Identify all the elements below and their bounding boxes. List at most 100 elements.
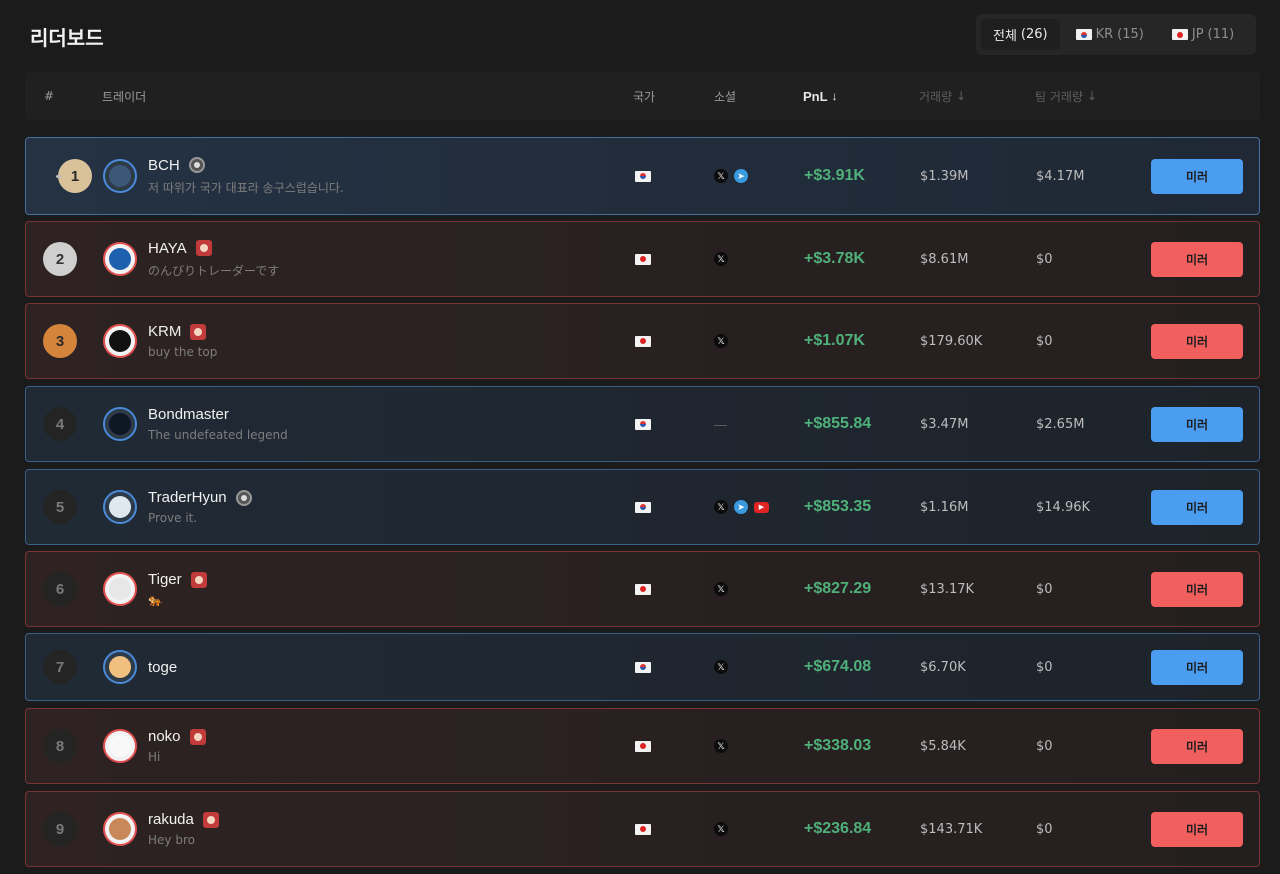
trader-cell[interactable]: Bondmaster The undefeated legend (103, 387, 288, 461)
mirror-button[interactable]: 미러 (1151, 158, 1243, 194)
trader-name[interactable]: noko (148, 728, 181, 745)
mirror-button[interactable]: 미러 (1151, 728, 1243, 764)
trader-cell[interactable]: Tiger 🐅 (103, 552, 207, 626)
social-cell: 𝕏 (714, 552, 728, 626)
mirror-button[interactable]: 미러 (1151, 489, 1243, 525)
pnl-value: +$674.08 (804, 658, 872, 675)
avatar[interactable] (103, 490, 137, 524)
trader-info: toge (148, 659, 177, 676)
avatar[interactable] (103, 572, 137, 606)
avatar[interactable] (103, 242, 137, 276)
youtube-icon[interactable]: ▶ (754, 501, 769, 513)
x-icon[interactable]: 𝕏 (714, 169, 728, 183)
table-row[interactable]: 8 noko Hi 𝕏 +$338.03 $5.84K $0 미러 (25, 708, 1260, 784)
table-row[interactable]: 2 HAYA のんびりトレーダーです 𝕏 +$3.78K $8.61M $0 미러 (25, 221, 1260, 297)
filter-tab-jp[interactable]: JP (11) (1160, 19, 1246, 50)
x-icon[interactable]: 𝕏 (714, 739, 728, 753)
col-pnl-sort[interactable]: PnL ↓ (803, 72, 838, 120)
team-volume-value: $0 (1036, 581, 1053, 597)
trader-info: BCH 저 따위가 국가 대표라 송구스럽습니다. (148, 157, 344, 196)
table-row[interactable]: 1 BCH 저 따위가 국가 대표라 송구스럽습니다. 𝕏 ➤ +$3.91K $1.39M… (25, 137, 1260, 215)
avatar[interactable] (103, 650, 137, 684)
team-volume-value: $0 (1036, 251, 1053, 267)
mirror-button[interactable]: 미러 (1151, 811, 1243, 847)
col-team-volume-sort[interactable]: 팀 거래량 ↓ (1035, 72, 1097, 120)
rank-badge: 7 (43, 650, 77, 684)
action-cell: 미러 (1151, 552, 1243, 626)
kr-representative-badge-icon (188, 157, 205, 173)
action-cell: 미러 (1151, 387, 1243, 461)
country-filter-tabs: 전체 (26) KR (15) JP (11) (976, 14, 1256, 55)
trader-cell[interactable]: toge (103, 634, 177, 700)
sort-down-icon: ↓ (1086, 89, 1098, 103)
trader-name[interactable]: Tiger (148, 571, 182, 588)
table-row[interactable]: 6 Tiger 🐅 𝕏 +$827.29 $13.17K $0 미러 (25, 551, 1260, 627)
x-icon[interactable]: 𝕏 (714, 334, 728, 348)
trader-cell[interactable]: BCH 저 따위가 국가 대표라 송구스럽습니다. (103, 138, 344, 214)
trader-cell[interactable]: TraderHyun Prove it. (103, 470, 252, 544)
trader-name-line: noko (148, 728, 206, 745)
avatar[interactable] (103, 407, 137, 441)
trader-name[interactable]: rakuda (148, 811, 194, 828)
avatar-image (109, 656, 131, 678)
col-volume-label: 거래량 (919, 89, 953, 104)
rank-badge: 4 (43, 407, 77, 441)
table-row[interactable]: 3 KRM buy the top 𝕏 +$1.07K $179.60K $0 미러 (25, 303, 1260, 379)
avatar[interactable] (103, 159, 137, 193)
x-icon[interactable]: 𝕏 (714, 660, 728, 674)
page-title: 리더보드 (30, 26, 104, 50)
avatar[interactable] (103, 729, 137, 763)
trader-name[interactable]: toge (148, 659, 177, 676)
x-icon[interactable]: 𝕏 (714, 822, 728, 836)
volume-value: $143.71K (920, 821, 983, 837)
country-cell (635, 470, 651, 544)
filter-tab-kr[interactable]: KR (15) (1064, 19, 1156, 50)
country-cell (635, 552, 651, 626)
trader-name-line: TraderHyun (148, 489, 252, 506)
trader-name[interactable]: HAYA (148, 240, 187, 257)
col-volume-sort[interactable]: 거래량 ↓ (919, 72, 966, 120)
table-row[interactable]: 5 TraderHyun Prove it. 𝕏 ➤ ▶ +$853.35 $1.16M $14… (25, 469, 1260, 545)
country-cell (635, 634, 651, 700)
trader-name[interactable]: KRM (148, 323, 181, 340)
filter-tab-all[interactable]: 전체 (26) (981, 19, 1060, 50)
mirror-button[interactable]: 미러 (1151, 323, 1243, 359)
table-row[interactable]: 9 rakuda Hey bro 𝕏 +$236.84 $143.71K $0 미러 (25, 791, 1260, 867)
avatar[interactable] (103, 812, 137, 846)
action-cell: 미러 (1151, 138, 1243, 214)
x-icon[interactable]: 𝕏 (714, 582, 728, 596)
table-row[interactable]: 7 toge 𝕏 +$674.08 $6.70K $0 미러 (25, 633, 1260, 701)
rank-cell: 4 (43, 387, 77, 461)
col-social: 소셜 (714, 89, 737, 104)
mirror-button[interactable]: 미러 (1151, 571, 1243, 607)
trader-cell[interactable]: noko Hi (103, 709, 206, 783)
trader-name[interactable]: BCH (148, 157, 180, 174)
kr-representative-badge-icon (235, 489, 252, 506)
mirror-button[interactable]: 미러 (1151, 241, 1243, 277)
avatar-image (109, 413, 131, 435)
mirror-button[interactable]: 미러 (1151, 406, 1243, 442)
jp-representative-badge-icon (189, 728, 206, 745)
trader-cell[interactable]: KRM buy the top (103, 304, 217, 378)
trader-bio: 🐅 (148, 593, 163, 607)
telegram-icon[interactable]: ➤ (734, 169, 748, 183)
pnl-value: +$855.84 (804, 415, 872, 432)
filter-tab-label: JP (1191, 27, 1204, 42)
country-cell (635, 387, 651, 461)
table-row[interactable]: 4 Bondmaster The undefeated legend — +$855.8… (25, 386, 1260, 462)
trader-name[interactable]: Bondmaster (148, 406, 229, 423)
team-volume-value: $0 (1036, 333, 1053, 349)
trader-cell[interactable]: HAYA のんびりトレーダーです (103, 222, 279, 296)
x-icon[interactable]: 𝕏 (714, 500, 728, 514)
telegram-icon[interactable]: ➤ (734, 500, 748, 514)
avatar[interactable] (103, 324, 137, 358)
x-icon[interactable]: 𝕏 (714, 252, 728, 266)
trader-cell[interactable]: rakuda Hey bro (103, 792, 219, 866)
volume-value: $1.16M (920, 499, 969, 515)
jp-representative-badge-icon (190, 571, 207, 588)
trader-name[interactable]: TraderHyun (148, 489, 227, 506)
trader-info: KRM buy the top (148, 323, 217, 359)
country-cell (635, 222, 651, 296)
mirror-button[interactable]: 미러 (1151, 649, 1243, 685)
trader-bio: Hey bro (148, 833, 195, 847)
